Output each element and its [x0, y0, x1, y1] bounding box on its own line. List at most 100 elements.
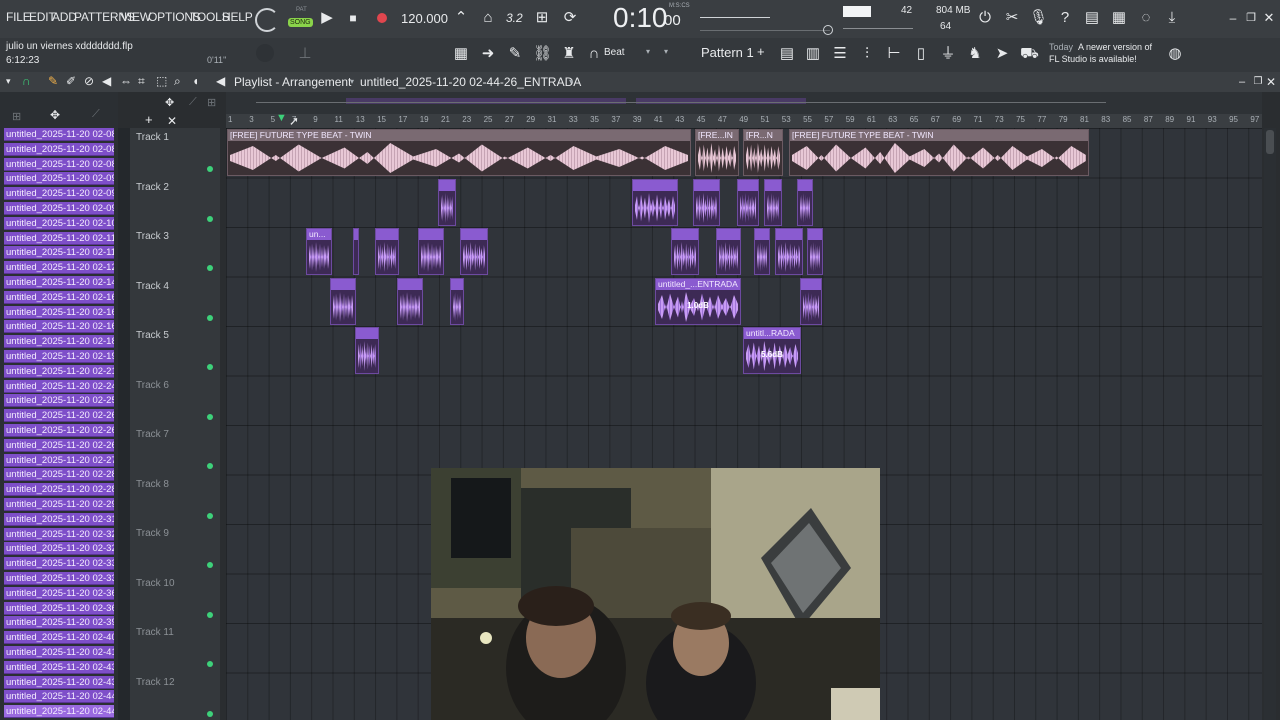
audio-clip-rada[interactable]: untitl...RADA 5.6dB — [743, 327, 801, 374]
clip-list-item[interactable]: untitled_2025-11-20 02-11... — [4, 231, 114, 245]
menu-help[interactable]: HELP — [222, 10, 253, 24]
audio-clip[interactable] — [353, 228, 359, 275]
zoom-tool-icon[interactable]: ⌕ — [174, 74, 181, 89]
clip-list-item[interactable]: untitled_2025-11-20 02-43... — [4, 660, 114, 674]
track-active-indicator[interactable] — [207, 661, 213, 667]
audio-clip[interactable] — [438, 179, 456, 226]
add-pattern-button[interactable]: + — [757, 44, 765, 59]
audio-clip[interactable] — [671, 228, 699, 275]
cart-icon[interactable]: ⛟ — [1020, 45, 1039, 63]
slice-tool-icon[interactable]: ⌗ — [138, 74, 145, 89]
close-track-icon[interactable]: ✕ — [167, 114, 177, 128]
clip-list-item[interactable]: untitled_2025-11-20 02-36... — [4, 601, 114, 615]
track-active-indicator[interactable] — [207, 710, 213, 717]
clip-list-item[interactable]: untitled_2025-11-20 02-44... — [4, 690, 114, 704]
audio-clip[interactable] — [754, 228, 770, 275]
clip-list-item[interactable]: untitled_2025-11-20 02-33... — [4, 572, 114, 585]
audio-clip[interactable] — [737, 179, 759, 226]
clip-list-item[interactable]: untitled_2025-11-20 02-21... — [4, 364, 114, 378]
snap-select[interactable]: Beat — [604, 47, 625, 58]
playlist-overview[interactable] — [226, 92, 1262, 114]
clip-list-item[interactable]: untitled_2025-11-20 02-26... — [4, 424, 114, 437]
grid-tool-icon[interactable]: ⊞ — [207, 96, 216, 109]
pattern-selector[interactable]: Pattern 1 — [701, 45, 754, 60]
clip-list-item[interactable]: untitled_2025-11-20 02-29... — [4, 498, 114, 511]
draw-tool-icon[interactable]: ✎ — [48, 74, 58, 88]
clip-list-item[interactable]: untitled_2025-11-20 02-28... — [4, 483, 114, 497]
track-name[interactable]: Track 10 — [136, 578, 175, 589]
menu-file[interactable]: FILE — [6, 10, 31, 24]
globe-icon[interactable]: ◍ — [1166, 45, 1184, 63]
magnet-icon[interactable]: ∩ — [585, 45, 603, 63]
track-active-indicator[interactable] — [207, 265, 213, 271]
clip-list-item[interactable]: untitled_2025-11-20 02-32... — [4, 542, 114, 556]
typing-keyboard-icon[interactable]: ⊞ — [533, 9, 551, 27]
clip-list-item[interactable]: untitled_2025-11-20 02-09... — [4, 172, 114, 186]
news-message[interactable]: A newer version of — [1078, 42, 1152, 52]
pat-label[interactable]: PAT — [296, 7, 307, 13]
track-active-indicator[interactable] — [207, 364, 213, 370]
record-icon[interactable] — [377, 13, 387, 23]
clip-list-item[interactable]: untitled_2025-11-20 02-43... — [4, 675, 114, 689]
clip-list-scrollbar[interactable] — [118, 128, 130, 720]
panel-close-icon[interactable]: ✕ — [1262, 73, 1280, 91]
move-icon[interactable]: ✥ — [50, 108, 60, 122]
audio-clip-beat[interactable]: [FRE...IN — [695, 129, 739, 176]
clip-list-item[interactable]: untitled_2025-11-20 02-36... — [4, 586, 114, 600]
clip-list-item[interactable]: untitled_2025-11-20 02-40... — [4, 631, 114, 645]
channel-rack-icon[interactable]: ▥ — [804, 45, 822, 63]
audio-clip[interactable] — [693, 179, 720, 226]
audio-clip[interactable] — [775, 228, 803, 275]
close-icon[interactable]: ✕ — [1260, 9, 1278, 27]
pattern-dropdown-icon[interactable]: ▾ — [664, 47, 668, 56]
track-name[interactable]: Track 9 — [136, 528, 169, 539]
scroll-icon[interactable]: ✥ — [165, 96, 174, 109]
time-display[interactable]: 0:10 — [613, 2, 668, 34]
track-active-indicator[interactable] — [207, 215, 213, 222]
clip-list-item[interactable]: untitled_2025-11-20 02-28... — [4, 468, 114, 482]
position-handle-icon[interactable] — [823, 25, 833, 35]
download-icon[interactable]: ⤓ — [1163, 9, 1181, 27]
file-dropdown-icon[interactable]: ▾ — [569, 77, 573, 86]
clip-list[interactable]: untitled_2025-11-20 02-08... untitled_202… — [0, 128, 118, 720]
audio-clip[interactable] — [375, 228, 399, 275]
clip-list-item[interactable]: untitled_2025-11-20 02-16... — [4, 320, 114, 334]
mixer-icon[interactable]: ☰ — [831, 45, 849, 63]
clip-list-item[interactable]: untitled_2025-11-20 02-12... — [4, 261, 114, 275]
playlist-title[interactable]: Playlist - Arrangement — [234, 75, 351, 89]
stamp-icon[interactable]: ♜ — [560, 45, 578, 63]
master-volume-knob[interactable] — [255, 8, 279, 32]
plugin-icon[interactable]: ⏚ — [939, 45, 957, 63]
track-active-indicator[interactable] — [207, 512, 213, 519]
arrow-right-icon[interactable]: ➜ — [479, 45, 497, 63]
clip-list-item[interactable]: untitled_2025-11-20 02-16... — [4, 290, 114, 304]
link-icon[interactable]: ⛓ — [533, 45, 552, 63]
clip-list-item[interactable]: untitled_2025-11-20 02-32... — [4, 527, 114, 541]
sliders-icon[interactable]: ⫶ — [858, 45, 876, 63]
track-name[interactable]: Track 1 — [136, 132, 169, 143]
microphone-icon[interactable]: 🎙 — [1029, 9, 1048, 27]
clip-list-item[interactable]: untitled_2025-11-20 02-19... — [4, 350, 114, 363]
clip-list-item[interactable]: untitled_2025-11-20 02-31... — [4, 512, 114, 526]
clip-list-item[interactable]: untitled_2025-11-20 02-44... — [4, 705, 114, 719]
clip-list-item[interactable]: untitled_2025-11-20 02-26... — [4, 409, 114, 423]
audio-clip-beat[interactable]: [FREE] FUTURE TYPE BEAT - TWIN — [227, 129, 691, 176]
minimize-icon[interactable]: – — [1224, 9, 1242, 27]
audio-clip-beat[interactable]: [FREE] FUTURE TYPE BEAT - TWIN — [789, 129, 1089, 176]
audio-clip[interactable] — [418, 228, 444, 275]
piano-roll-icon[interactable]: ▦ — [452, 45, 470, 63]
track-name[interactable]: Track 3 — [136, 231, 169, 242]
clip-list-item[interactable]: untitled_2025-11-20 02-10... — [4, 216, 114, 230]
playlist-icon[interactable]: ▤ — [778, 45, 796, 63]
menu-view[interactable]: VIEW — [121, 10, 151, 24]
playback-tool-icon[interactable]: ◖ — [192, 74, 199, 88]
song-position-slider[interactable] — [700, 30, 830, 31]
clip-list-item[interactable]: untitled_2025-11-20 02-14... — [4, 276, 114, 289]
track-active-indicator[interactable] — [207, 166, 213, 172]
audio-clip[interactable] — [460, 228, 488, 275]
playlist-vertical-scrollbar[interactable] — [1264, 128, 1276, 720]
chat-icon[interactable]: ◌ — [1137, 9, 1155, 27]
link-tracks-icon[interactable]: ⟋ — [189, 96, 197, 109]
audio-clip-beat[interactable]: [FR...N — [743, 129, 783, 176]
track-name[interactable]: Track 8 — [136, 479, 169, 490]
